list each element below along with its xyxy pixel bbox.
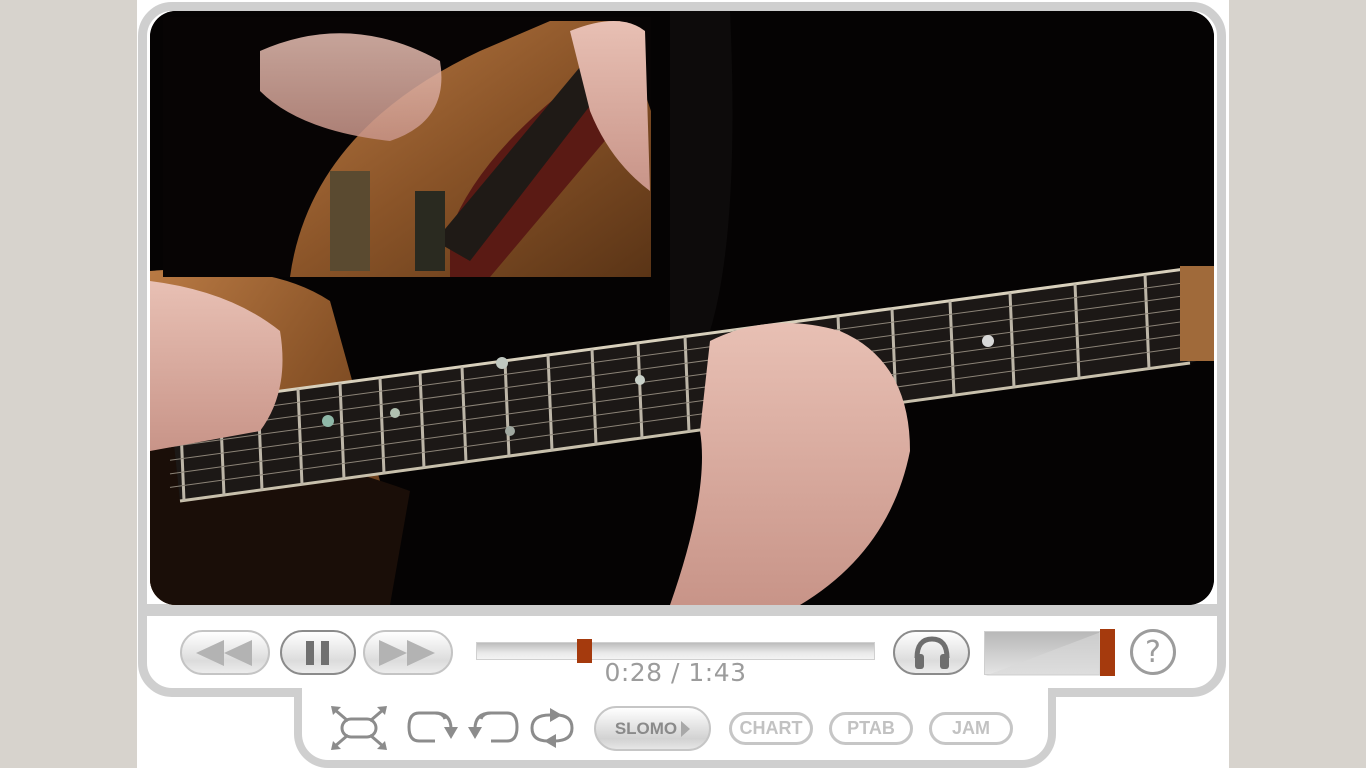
help-icon: ?	[1145, 634, 1161, 670]
rewind-icon	[196, 639, 252, 666]
fast-forward-icon	[379, 639, 435, 666]
ptab-label: PTAB	[847, 718, 895, 738]
pause-icon	[306, 640, 329, 665]
help-button[interactable]: ?	[1130, 629, 1176, 675]
jam-button[interactable]: JAM	[929, 712, 1013, 745]
slomo-button[interactable]: SLOMO	[594, 706, 711, 751]
video-inset-view	[163, 17, 651, 277]
loop-forward-button[interactable]	[405, 705, 463, 751]
slomo-label: SLOMO	[614, 718, 678, 738]
chart-label: CHART	[739, 718, 803, 738]
headphones-icon	[914, 635, 949, 669]
loop-button[interactable]	[524, 705, 582, 751]
ptab-button[interactable]: PTAB	[829, 712, 913, 745]
rewind-button[interactable]	[180, 630, 270, 675]
volume-thumb[interactable]	[1100, 629, 1115, 676]
pause-button[interactable]	[280, 630, 356, 675]
fullscreen-button[interactable]	[330, 705, 388, 751]
fast-forward-button[interactable]	[363, 630, 453, 675]
loop-back-icon	[468, 711, 519, 743]
loop-icon	[530, 708, 574, 748]
loop-back-button[interactable]	[463, 705, 521, 751]
loop-forward-icon	[407, 711, 458, 743]
video-display[interactable]	[150, 11, 1214, 605]
time-display: 0:28 / 1:43	[604, 658, 747, 687]
chart-button[interactable]: CHART	[729, 712, 813, 745]
video-frame-guitar	[150, 11, 1214, 605]
volume-track[interactable]	[984, 631, 1101, 676]
frame-divider	[147, 604, 1219, 616]
play-triangle-icon	[681, 720, 691, 737]
jam-label: JAM	[951, 718, 990, 738]
volume-slider[interactable]	[984, 629, 1115, 676]
fullscreen-icon	[331, 706, 387, 750]
audio-button[interactable]	[893, 630, 970, 675]
